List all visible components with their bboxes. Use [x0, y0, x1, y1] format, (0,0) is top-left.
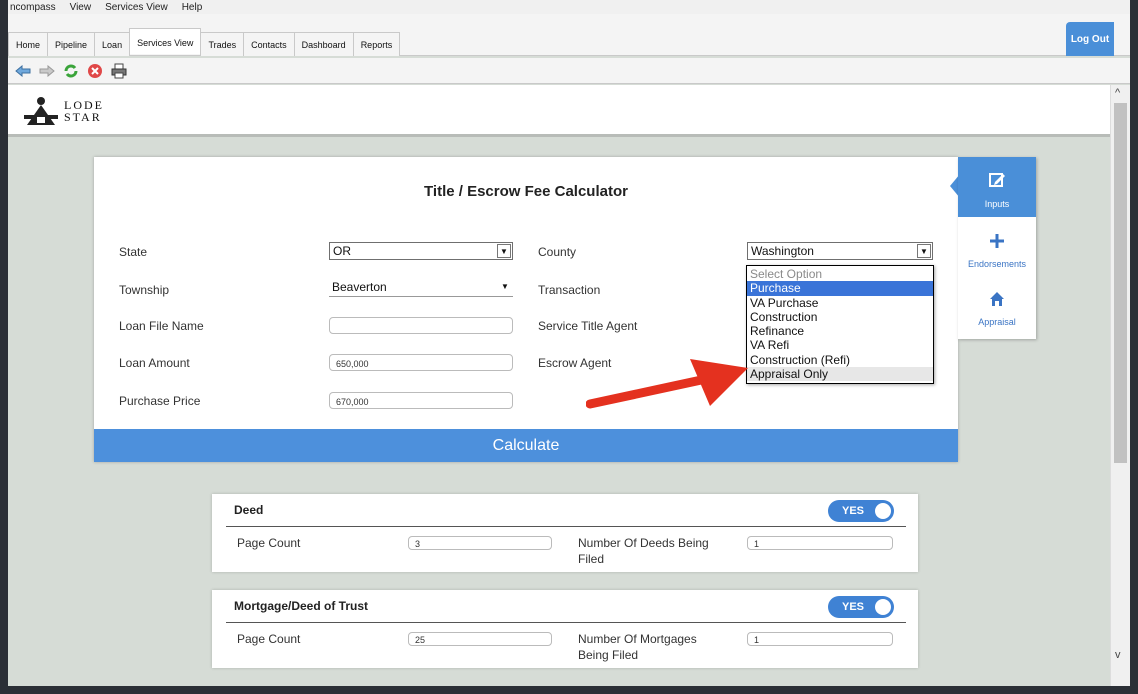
- county-label: County: [538, 245, 577, 259]
- toggle-label: YES: [842, 601, 865, 613]
- county-select[interactable]: Washington ▼: [747, 242, 933, 260]
- divider: [226, 622, 906, 623]
- scroll-down-icon[interactable]: v: [1115, 649, 1121, 661]
- transaction-option[interactable]: Construction (Refi): [747, 353, 933, 367]
- transaction-option[interactable]: Construction: [747, 310, 933, 324]
- transaction-option[interactable]: Appraisal Only: [747, 367, 933, 382]
- lodestar-logo: LODE STAR: [22, 95, 124, 127]
- transaction-label: Transaction: [538, 283, 601, 297]
- toggle-knob: [875, 599, 891, 615]
- menu-help[interactable]: Help: [182, 2, 203, 13]
- menu-services-view[interactable]: Services View: [105, 2, 168, 13]
- service-title-agent-label: Service Title Agent: [538, 319, 638, 333]
- side-tab-label: Appraisal: [978, 317, 1016, 327]
- menu-bar: ncompass View Services View Help: [8, 0, 1130, 14]
- tab-bar: Home Pipeline Loan Services View Trades …: [8, 14, 1130, 56]
- stop-icon[interactable]: [86, 62, 103, 79]
- page-scrollbar[interactable]: ^ v: [1110, 85, 1130, 686]
- forward-arrow-icon[interactable]: [38, 62, 55, 79]
- logo-text: LODE STAR: [64, 98, 104, 124]
- deed-toggle[interactable]: YES: [828, 500, 894, 522]
- mortgage-count-label: Number Of Mortgages Being Filed: [578, 632, 697, 662]
- plus-icon: [958, 233, 1036, 254]
- toggle-knob: [875, 503, 891, 519]
- tab-services-view[interactable]: Services View: [129, 28, 202, 54]
- mortgage-count-input[interactable]: 1: [747, 632, 893, 646]
- side-tab-appraisal[interactable]: Appraisal: [958, 277, 1036, 337]
- mortgage-page-count-label: Page Count: [237, 632, 301, 646]
- annotation-arrow-icon: [586, 359, 748, 409]
- state-label: State: [119, 245, 148, 259]
- side-tab-endorsements[interactable]: Endorsements: [958, 219, 1036, 279]
- township-value: Beaverton: [332, 280, 387, 294]
- transaction-option[interactable]: Refinance: [747, 324, 933, 338]
- state-select[interactable]: OR ▼: [329, 242, 513, 260]
- toggle-label: YES: [842, 505, 865, 517]
- loan-amount-input[interactable]: 650,000: [329, 354, 513, 371]
- county-value: Washington: [751, 244, 814, 258]
- calculator-title: Title / Escrow Fee Calculator: [424, 183, 628, 200]
- tab-home[interactable]: Home: [8, 32, 49, 56]
- chevron-down-icon: ▼: [501, 282, 509, 291]
- tab-reports[interactable]: Reports: [352, 32, 401, 56]
- divider: [226, 526, 906, 527]
- app-window: ncompass View Services View Help Home Pi…: [8, 0, 1130, 686]
- edit-icon: [958, 171, 1036, 194]
- lodestar-logo-icon: [24, 97, 58, 125]
- back-arrow-icon[interactable]: [14, 62, 31, 79]
- app-header: LODE STAR: [8, 85, 1110, 137]
- transaction-option[interactable]: VA Purchase: [747, 296, 933, 310]
- logout-button[interactable]: Log Out: [1066, 22, 1114, 56]
- tab-dashboard[interactable]: Dashboard: [293, 32, 354, 56]
- home-icon: [958, 291, 1036, 312]
- tab-pipeline[interactable]: Pipeline: [47, 32, 96, 56]
- side-tab-panel: Inputs Endorsements Appraisal: [958, 157, 1036, 339]
- transaction-dropdown[interactable]: Select Option Purchase VA Purchase Const…: [746, 265, 934, 384]
- transaction-option[interactable]: Select Option: [747, 267, 933, 281]
- menu-view[interactable]: View: [70, 2, 92, 13]
- purchase-price-label: Purchase Price: [119, 394, 201, 408]
- tab-trades[interactable]: Trades: [200, 32, 245, 56]
- chevron-down-icon: ▼: [497, 244, 511, 258]
- transaction-option[interactable]: VA Refi: [747, 338, 933, 352]
- calculate-button[interactable]: Calculate: [94, 429, 958, 462]
- side-tab-label: Endorsements: [967, 259, 1027, 269]
- deed-count-input[interactable]: 1: [747, 536, 893, 550]
- tab-loan[interactable]: Loan: [94, 32, 131, 56]
- loan-file-name-input[interactable]: [329, 317, 513, 334]
- township-label: Township: [119, 283, 170, 297]
- deed-page-count-input[interactable]: 3: [408, 536, 552, 550]
- deed-count-label: Number Of Deeds Being Filed: [578, 536, 709, 566]
- scroll-up-icon[interactable]: ^: [1115, 87, 1120, 99]
- chevron-down-icon: ▼: [917, 244, 931, 258]
- deed-section: Deed YES Page Count 3 Number Of Deeds Be…: [212, 494, 918, 572]
- deed-page-count-label: Page Count: [237, 536, 301, 550]
- deed-title: Deed: [234, 503, 264, 517]
- mortgage-toggle[interactable]: YES: [828, 596, 894, 618]
- loan-file-name-label: Loan File Name: [119, 319, 204, 333]
- loan-amount-label: Loan Amount: [119, 356, 190, 370]
- township-select[interactable]: Beaverton ▼: [329, 279, 513, 297]
- mortgage-title: Mortgage/Deed of Trust: [234, 599, 369, 613]
- state-value: OR: [333, 244, 351, 258]
- tab-contacts[interactable]: Contacts: [243, 32, 295, 56]
- transaction-option[interactable]: Purchase: [747, 281, 933, 296]
- refresh-icon[interactable]: [62, 62, 79, 79]
- purchase-price-input[interactable]: 670,000: [329, 392, 513, 409]
- mortgage-page-count-input[interactable]: 25: [408, 632, 552, 646]
- menu-encompass[interactable]: ncompass: [10, 2, 56, 13]
- print-icon[interactable]: [110, 62, 127, 79]
- scrollbar-thumb[interactable]: [1114, 103, 1127, 463]
- mortgage-section: Mortgage/Deed of Trust YES Page Count 25…: [212, 590, 918, 668]
- toolbar: [8, 58, 1130, 84]
- side-tab-label: Inputs: [984, 199, 1010, 209]
- side-tab-inputs[interactable]: Inputs: [958, 157, 1036, 217]
